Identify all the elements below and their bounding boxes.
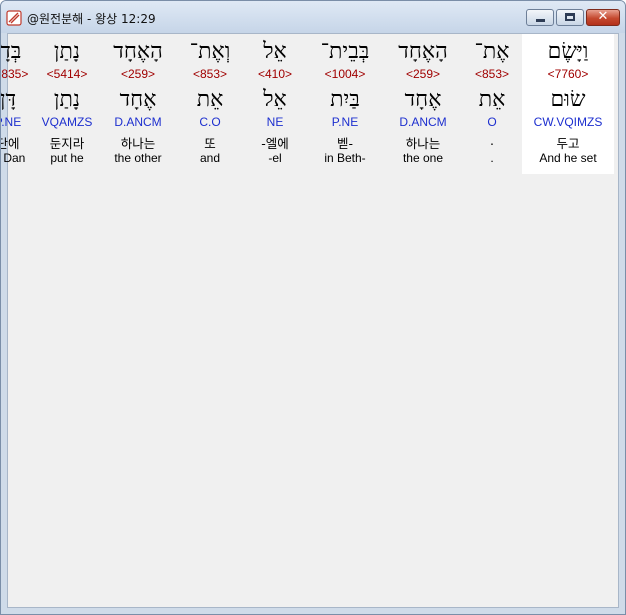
hebrew-lexeme: בַּיִת — [330, 87, 360, 112]
english-gloss: put he — [50, 151, 84, 165]
maximize-button[interactable] — [556, 9, 584, 26]
english-gloss: in Dan — [1, 151, 26, 165]
hebrew-word: וַיָּשֶׂם — [547, 39, 589, 64]
hebrew-word: אֶת־ — [474, 39, 510, 64]
hebrew-word: בְּדָן׃ — [0, 39, 22, 64]
hebrew-lexeme: אֶחָד — [119, 87, 157, 112]
app-icon — [6, 10, 22, 26]
app-window: @원전분해 - 왕상 12:29 ✕ וַיָּשֶׂם <7760> שׂוּם C… — [0, 0, 626, 615]
korean-gloss: 하나는 — [120, 136, 156, 151]
hebrew-lexeme: דָּן — [0, 87, 17, 112]
english-gloss: . — [490, 151, 494, 165]
strong-number: <410> — [257, 67, 293, 81]
morphology-code: C.O — [199, 115, 221, 129]
word-column[interactable]: אֶת־ <853> אֵת O.. — [462, 34, 522, 174]
english-gloss: in Beth- — [324, 151, 366, 165]
morphology-code: VQAMZS — [41, 115, 93, 129]
word-column[interactable]: וְאֶת־ <853> אֵת C.O 또 and — [176, 34, 244, 174]
morphology-code: P.NE — [331, 115, 359, 129]
korean-gloss: 하나는 — [405, 136, 441, 151]
hebrew-lexeme: אֵת — [196, 87, 224, 112]
word-column[interactable]: נָתַן <5414> נָתַן VQAMZS 둔지라 put he — [34, 34, 100, 174]
morphology-code: D.ANCM — [114, 115, 162, 129]
english-gloss: -el — [268, 151, 282, 165]
hebrew-lexeme: אֵת — [478, 87, 506, 112]
word-column[interactable]: וַיָּשֶׂם <7760> שׂוּם CW.VQIMZS 두고 And he se… — [522, 34, 614, 174]
window-title: @원전분해 - 왕상 12:29 — [27, 12, 156, 26]
strong-number: <853> — [474, 67, 510, 81]
english-gloss: the other — [114, 151, 162, 165]
strong-number: <259> — [120, 67, 156, 81]
korean-gloss: 단에 — [1, 136, 20, 151]
english-gloss: the one — [402, 151, 444, 165]
korean-gloss: -엘에 — [261, 136, 289, 151]
hebrew-lexeme: אֵל — [263, 87, 287, 112]
korean-gloss: . — [490, 133, 494, 148]
korean-gloss: 두고 — [556, 136, 580, 151]
strong-number: <1004> — [324, 67, 366, 81]
hebrew-word: וְאֶת־ — [189, 39, 231, 64]
maximize-icon — [565, 13, 575, 21]
korean-gloss: 벧- — [336, 136, 353, 151]
hebrew-word: בְּבֵית־ — [320, 39, 370, 64]
morphology-code: O — [487, 115, 497, 129]
strong-number: <5414> — [46, 67, 88, 81]
hebrew-word: נָתַן — [53, 39, 81, 64]
word-column[interactable]: אֵל <410> אֵל NE -엘에 -el — [244, 34, 306, 174]
word-column[interactable]: הָאֶחָד <259> אֶחָד D.ANCM 하나는 the other — [100, 34, 176, 174]
title-bar[interactable]: @원전분해 - 왕상 12:29 ✕ — [1, 1, 625, 33]
morphology-code: CW.VQIMZS — [533, 115, 603, 129]
word-column[interactable]: בְּדָן׃ <1835> דָּן P.NE 단에in Dan — [0, 34, 34, 174]
morphology-code: NE — [266, 115, 284, 129]
word-column[interactable]: הָאֶחָד <259> אֶחָד D.ANCM 하나는 the one — [384, 34, 462, 174]
hebrew-lexeme: שׂוּם — [550, 87, 586, 112]
strong-number: <7760> — [547, 67, 589, 81]
interlinear-panel: וַיָּשֶׂם <7760> שׂוּם CW.VQIMZS 두고 And he se… — [1, 33, 619, 608]
strong-number: <853> — [192, 67, 228, 81]
morphology-code: P.NE — [1, 115, 22, 129]
close-icon: ✕ — [597, 9, 609, 24]
strong-number: <259> — [405, 67, 441, 81]
korean-gloss: 둔지라 — [49, 136, 85, 151]
hebrew-lexeme: נָתַן — [53, 87, 81, 112]
hebrew-word: הָאֶחָד — [113, 39, 163, 64]
english-gloss: and — [199, 151, 221, 165]
morphology-code: D.ANCM — [399, 115, 447, 129]
korean-gloss: 또 — [204, 136, 216, 151]
hebrew-word: הָאֶחָד — [398, 39, 448, 64]
hebrew-lexeme: אֶחָד — [404, 87, 442, 112]
hebrew-word: אֵל — [263, 39, 287, 64]
close-button[interactable]: ✕ — [586, 9, 620, 26]
minimize-icon — [536, 19, 545, 22]
minimize-button[interactable] — [526, 9, 554, 26]
word-column[interactable]: בְּבֵית־ <1004> בַּיִת P.NE 벧-in Beth- — [306, 34, 384, 174]
english-gloss: And he set — [539, 151, 597, 165]
strong-number: <1835> — [1, 67, 29, 81]
